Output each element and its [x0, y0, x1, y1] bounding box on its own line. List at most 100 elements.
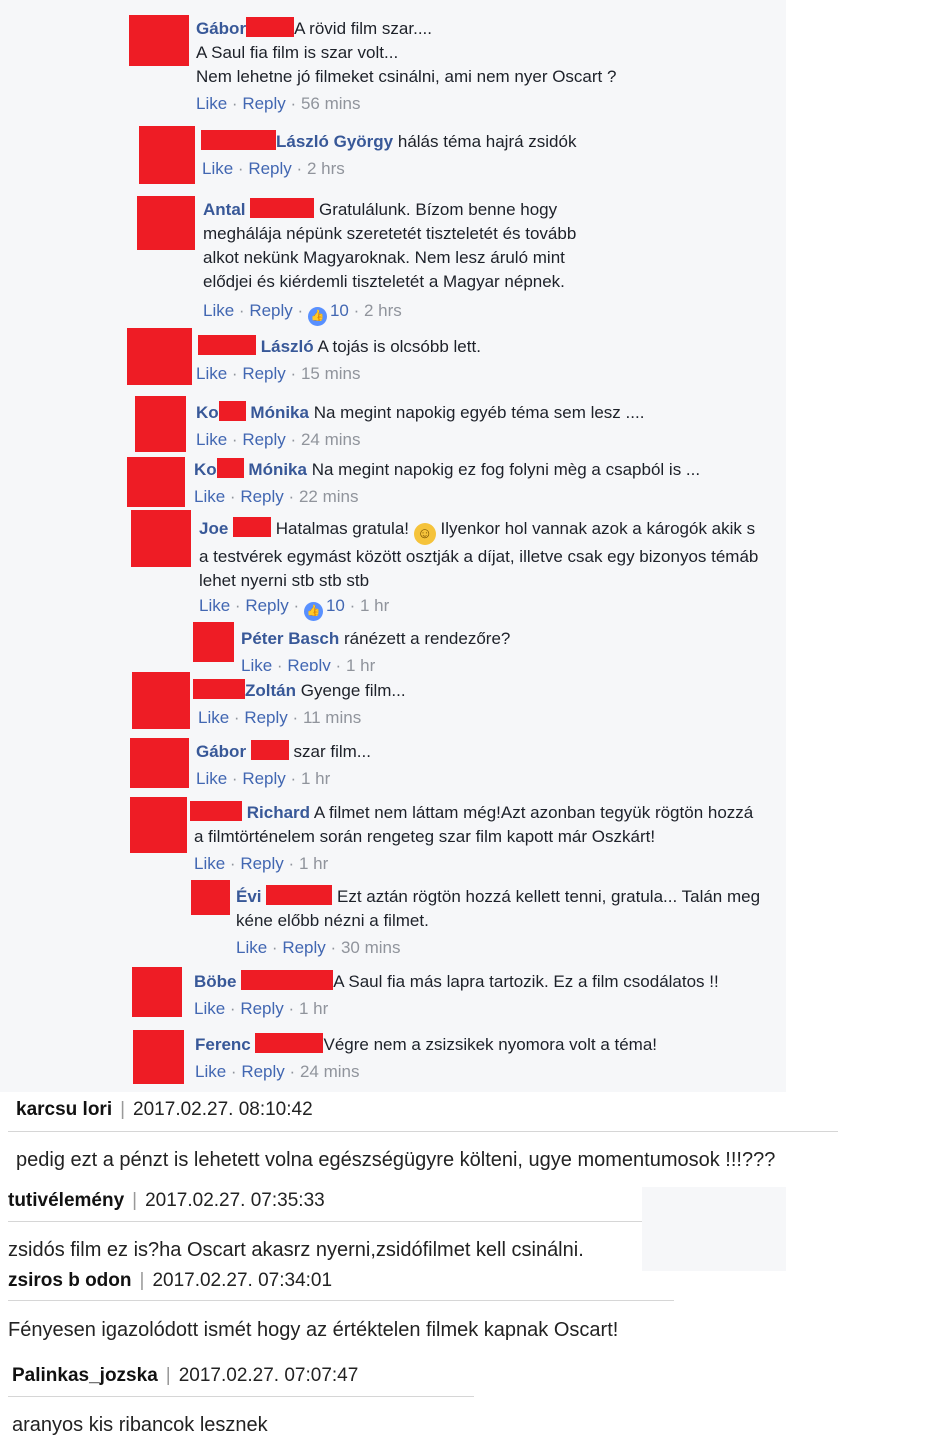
username[interactable]: karcsu lori	[16, 1099, 112, 1120]
like-link[interactable]: Like	[241, 656, 272, 671]
redaction-box	[250, 740, 289, 760]
like-link[interactable]: Like	[202, 159, 233, 178]
reply-link[interactable]: Reply	[242, 769, 285, 788]
comment-text: zsidós film ez is?ha Oscart akasrz nyern…	[8, 1239, 584, 1261]
commenter-name[interactable]: Évi	[236, 887, 262, 906]
reply-link[interactable]: Reply	[287, 656, 330, 671]
timestamp[interactable]: 24 mins	[300, 1062, 360, 1081]
commenter-name[interactable]: Péter Basch	[241, 629, 339, 648]
like-link[interactable]: Like	[196, 430, 227, 449]
reply-link[interactable]: Reply	[248, 159, 291, 178]
avatar[interactable]	[135, 396, 186, 452]
comment-actions: Like · Reply · 1 hr	[196, 769, 331, 788]
avatar[interactable]	[130, 797, 187, 853]
timestamp[interactable]: 56 mins	[301, 94, 361, 113]
comment-header: Palinkas_jozska | 2017.02.27. 07:07:47	[12, 1365, 359, 1386]
avatar[interactable]	[131, 510, 191, 567]
timestamp[interactable]: 22 mins	[299, 487, 359, 506]
like-link[interactable]: Like	[196, 94, 227, 113]
avatar[interactable]	[127, 328, 192, 385]
reply-link[interactable]: Reply	[242, 430, 285, 449]
redaction-box	[233, 517, 272, 537]
timestamp[interactable]: 1 hr	[360, 596, 389, 615]
reply-link[interactable]: Reply	[240, 854, 283, 873]
comment-actions: Like · Reply · 24 mins	[195, 1062, 360, 1081]
comment-text: Gábor szar film...	[196, 740, 371, 761]
reply-link[interactable]: Reply	[241, 1062, 284, 1081]
redaction-box	[241, 970, 334, 990]
like-link[interactable]: Like	[194, 854, 225, 873]
reply-link[interactable]: Reply	[242, 94, 285, 113]
reply-link[interactable]: Reply	[244, 708, 287, 727]
avatar[interactable]	[129, 15, 189, 66]
timestamp[interactable]: 11 mins	[303, 708, 361, 727]
like-link[interactable]: Like	[195, 1062, 226, 1081]
avatar[interactable]	[193, 622, 234, 662]
avatar[interactable]	[139, 126, 195, 184]
timestamp[interactable]: 1 hr	[346, 656, 375, 671]
timestamp[interactable]: 1 hr	[299, 854, 328, 873]
comment-header: karcsu lori | 2017.02.27. 08:10:42	[16, 1099, 313, 1120]
timestamp[interactable]: 24 mins	[301, 430, 361, 449]
commenter-name[interactable]: Gábor	[196, 742, 246, 761]
commenter-name[interactable]: László	[261, 337, 314, 356]
commenter-name[interactable]: Antal	[203, 200, 246, 219]
comment-text: Gábor A rövid film szar.... A Saul fia fi…	[196, 17, 617, 86]
timestamp: 2017.02.27. 08:10:42	[133, 1099, 313, 1120]
like-link[interactable]: Like	[196, 769, 227, 788]
reply-link[interactable]: Reply	[240, 487, 283, 506]
avatar[interactable]	[127, 457, 185, 507]
timestamp[interactable]: 1 hr	[301, 769, 330, 788]
username[interactable]: tutivélemény	[8, 1190, 124, 1211]
comment-text: Joe Hatalmas gratula! ☺ Ilyenkor hol van…	[199, 517, 759, 590]
panel-fragment	[642, 1187, 786, 1271]
reply-link[interactable]: Reply	[282, 938, 325, 957]
commenter-name[interactable]: László György	[276, 132, 393, 151]
timestamp[interactable]: 15 mins	[301, 364, 361, 383]
comment-text: Böbe A Saul fia más lapra tartozik. Ez a…	[194, 970, 719, 991]
comment-actions: Like · Reply · 22 mins	[194, 487, 359, 506]
username[interactable]: Palinkas_jozska	[12, 1365, 158, 1386]
avatar[interactable]	[191, 880, 230, 915]
like-count[interactable]: 10	[326, 596, 345, 615]
username[interactable]: zsiros b odon	[8, 1270, 132, 1291]
avatar[interactable]	[132, 967, 182, 1017]
like-link[interactable]: Like	[236, 938, 267, 957]
comment-text: Zoltán Gyenge film...	[193, 679, 406, 703]
reply-link[interactable]: Reply	[242, 364, 285, 383]
redaction-box	[266, 885, 333, 905]
redaction-box	[255, 1033, 324, 1053]
commenter-name[interactable]: Zoltán	[245, 681, 296, 700]
timestamp[interactable]: 2 hrs	[364, 301, 402, 320]
timestamp: 2017.02.27. 07:34:01	[152, 1270, 333, 1291]
avatar[interactable]	[130, 738, 189, 788]
avatar[interactable]	[132, 672, 190, 729]
like-link[interactable]: Like	[198, 708, 229, 727]
avatar[interactable]	[133, 1030, 184, 1084]
commenter-name[interactable]: Gábor	[196, 19, 246, 38]
comment-text: Ko Mónika Na megint napokig ez fog folyn…	[194, 458, 701, 479]
commenter-name[interactable]: Ko	[196, 403, 219, 422]
commenter-name[interactable]: Ko	[194, 460, 217, 479]
commenter-name[interactable]: Ferenc	[195, 1035, 251, 1054]
timestamp[interactable]: 30 mins	[341, 938, 401, 957]
like-link[interactable]: Like	[199, 596, 230, 615]
like-link[interactable]: Like	[203, 301, 234, 320]
timestamp[interactable]: 1 hr	[299, 999, 328, 1018]
reply-link[interactable]: Reply	[240, 999, 283, 1018]
comment-actions: Like · Reply · 30 mins	[236, 938, 401, 957]
like-link[interactable]: Like	[194, 487, 225, 506]
comment-text: Péter Basch ránézett a rendezőre?	[241, 629, 511, 648]
commenter-name[interactable]: Richard	[247, 803, 310, 822]
commenter-name[interactable]: Böbe	[194, 972, 237, 991]
like-link[interactable]: Like	[196, 364, 227, 383]
avatar[interactable]	[137, 196, 195, 250]
reply-link[interactable]: Reply	[245, 596, 288, 615]
commenter-name[interactable]: Joe	[199, 519, 228, 538]
redaction-box	[201, 130, 276, 150]
reply-link[interactable]: Reply	[249, 301, 292, 320]
like-link[interactable]: Like	[194, 999, 225, 1018]
timestamp[interactable]: 2 hrs	[307, 159, 345, 178]
like-count[interactable]: 10	[330, 301, 349, 320]
comment-text: László A tojás is olcsóbb lett.	[198, 335, 481, 359]
